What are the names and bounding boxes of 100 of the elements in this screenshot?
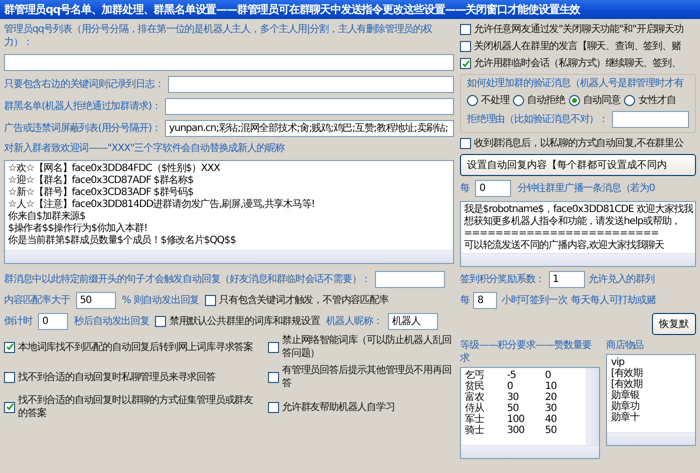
field-label: 允许兑入的群列 <box>588 273 654 286</box>
welcome-text-area[interactable]: ☆欢☆【网名】face0x3DD84FDC（$性别$）XXX ☆迎☆【群名】face0x3CD87ADF $群名称$ ☆新☆【群号】face0x3CD83ADF $群号码$ ☆人☆【注意】face0x3DD814DD进群请勿发广告,刷屏,谩骂,共享木马等! 你来自$加群来源$ $操作者$$操作行为$你加入本群! 你是当前群第$群成员数量$个成员！$修改名片$QQ$$ <box>4 160 454 264</box>
list-item[interactable]: 勋章功 <box>611 401 691 412</box>
checkbox[interactable] <box>4 342 15 352</box>
field-label: 小时可签到一次 <box>501 294 568 307</box>
checkbox[interactable] <box>268 402 279 412</box>
welcome-label: 对新入群者致欢迎词——"XXX"三个字软件会自动替换成新人的昵称 <box>4 142 286 155</box>
field-label: 每 <box>460 182 470 195</box>
list-cell-text: 50 <box>545 425 558 436</box>
text-field[interactable] <box>168 76 454 93</box>
checkbox[interactable] <box>4 402 15 412</box>
radio-label: 自动同意 <box>582 94 620 107</box>
shop-list[interactable]: vip [有效期 [有效期 勋章银 勋章功 勋章十 <box>606 354 696 446</box>
list-title: 等级——积分要求——赞数量要求 <box>460 339 593 365</box>
list-cell-text: 军士 <box>465 414 485 425</box>
level-list[interactable]: 乞丐 -5 0 贫民 0 10 富农 30 20 侍从 50 30 军士 100 40 骑士 300 50 <box>460 367 600 459</box>
checkbox[interactable] <box>4 372 15 382</box>
field-label: 广告或违禁词屏蔽列表(用分号隔开)： <box>4 122 162 135</box>
field-label: 分钟往群里广播一条消息（若为0 <box>517 182 655 195</box>
window-title: 群管理员qq号名单、加群处理、群黑名单设置——群管理员可在群聊天中发送指令更改这些设置——关闭窗口才能使设置生效 <box>4 2 580 17</box>
checkbox-label: 允许用群临时会话（私聊方式）继续聊天、签到、 <box>474 57 681 70</box>
radio-label: 自动拒绝 <box>527 94 565 107</box>
reply-settings-button[interactable]: 设置自动回复内容【每个群都可设置成不同内 <box>460 154 696 176</box>
checkbox-label: 找不到合适的自动回复时私聊管理员来寻求回答 <box>18 370 216 384</box>
checkbox-label: 收到群消息后，以私聊的方式自动回复,不在群里公 <box>474 137 684 150</box>
field-label: 内容匹配率大于 <box>4 294 70 307</box>
admin-list-field[interactable] <box>4 54 454 71</box>
checkbox[interactable] <box>205 295 216 306</box>
checkbox[interactable] <box>460 138 471 149</box>
list-item[interactable]: [有效期 <box>611 379 691 390</box>
horizontal-scrollbar[interactable] <box>5 250 453 263</box>
checkbox-label: 允许任意网友通过发"关闭聊天功能"和"开启聊天功 <box>474 23 684 36</box>
text-field[interactable]: 50 <box>76 292 116 309</box>
list-cell-text: 骑士 <box>465 425 485 436</box>
list-cell-text: 100 <box>507 414 526 425</box>
list-cell-text: 贫民 <box>465 381 485 392</box>
text-field[interactable] <box>165 98 454 115</box>
radio-button[interactable] <box>513 95 524 106</box>
field-label: 倒计时 <box>4 315 32 328</box>
checkbox-label: 只有包含关键词才触发，不管内容匹配率 <box>219 294 388 307</box>
radio-button[interactable] <box>624 95 636 106</box>
checkbox-label: 允许群友帮助机器人自学习 <box>282 400 395 414</box>
field-label: 群消息中以此特定前缀开头的句子才会触发自动回复（好友消息和群临时会话不需要）： <box>4 273 371 286</box>
list-cell-text: 300 <box>507 425 526 436</box>
checkbox-label: 禁用默认公共群里的词库和群规设置 <box>169 315 320 328</box>
checkbox[interactable] <box>268 372 279 382</box>
text-field[interactable] <box>374 271 445 288</box>
field-label: 拒绝理由（比如验证消息不对）： <box>467 113 608 126</box>
checkbox[interactable] <box>460 24 471 35</box>
list-cell-text: 0 <box>507 381 514 392</box>
text-field[interactable] <box>612 111 689 128</box>
text-field[interactable]: 机器人 <box>388 313 438 330</box>
text-field[interactable]: 1 <box>548 271 585 288</box>
field-label: 签到积分奖励系数： <box>460 273 545 286</box>
radio-button[interactable] <box>467 95 478 106</box>
list-cell-text: 40 <box>545 414 558 425</box>
checkbox-label: 找不到合适的自动回复时以群聊的方式征集管理员或群友的答案 <box>18 394 254 420</box>
list-cell-text: 10 <box>545 381 558 392</box>
list-title: 商店物品 <box>606 339 645 352</box>
list-cell-text: 50 <box>507 403 520 414</box>
list-cell-text: 30 <box>545 403 558 414</box>
field-label: 秒后自动发出回复 <box>74 315 150 328</box>
radio-label: 不处理 <box>481 94 510 107</box>
field-label: 群黑名单(机器人拒绝通过加群请求)： <box>4 100 162 113</box>
list-item[interactable]: vip <box>611 357 691 368</box>
checkbox-label: 本地词库找不到匹配的自动回复后转到网上词库寻求答案 <box>18 340 254 354</box>
restore-default-button[interactable]: 恢复默 <box>652 313 696 335</box>
list-cell-text: 0 <box>545 370 552 381</box>
text-content: 我是$robotname$，face0x3DD81CDE 欢迎大家找我 想获知更多机器人指令和功能，请发送help或帮助， ========================= 可以轮流发送不同的广播内容,欢迎大家找我聊天 <box>463 202 694 253</box>
admin-list-label: 管理员qq号列表（用分号分隔，排在第一位的是机器人主人，多个主人用|分割，主人有删除管理员的权力）： <box>4 23 433 49</box>
field-label: 机器人昵称： <box>326 315 382 328</box>
radio-label: 女性才自 <box>638 94 676 107</box>
text-field[interactable]: 0 <box>38 313 68 330</box>
checkbox-label: 有管理员回答后提示其他管理员不用再回答 <box>282 364 452 390</box>
checkbox[interactable] <box>460 41 471 52</box>
list-cell-text: -5 <box>507 370 517 381</box>
checkbox-label: 禁止网络智能词库（可以防止机器人乱回答问题） <box>282 334 452 360</box>
radio-button[interactable] <box>568 95 580 106</box>
vertical-scrollbar[interactable] <box>586 368 599 445</box>
text-field[interactable]: 8 <box>473 292 498 309</box>
horizontal-scrollbar[interactable] <box>461 445 599 458</box>
list-item[interactable]: [有效期 <box>611 368 691 379</box>
checkbox[interactable] <box>460 58 471 69</box>
group-title: 如何处理加群的验证消息（机器人号是群管理时才有 <box>467 77 684 90</box>
checkbox[interactable] <box>155 316 166 327</box>
field-label: 只要包含右边的关键词则记录到日志： <box>4 78 164 91</box>
text-field[interactable]: 0 <box>475 180 512 197</box>
list-item[interactable]: 勋章十 <box>611 412 691 423</box>
list-cell-text: 乞丐 <box>465 370 485 381</box>
field-label: % 则自动发出回复 <box>122 294 200 307</box>
checkbox[interactable] <box>268 342 279 352</box>
horizontal-scrollbar[interactable] <box>461 253 695 266</box>
text-field[interactable]: yunpan.cn;彩钻;混网全部技术;肏;贱鸡;鸡巴;互赞;教程地址;卖刷钻; <box>165 120 454 137</box>
list-item[interactable]: 勋章银 <box>611 390 691 401</box>
horizontal-scrollbar[interactable] <box>607 432 695 445</box>
checkbox-label: 关闭机器人在群里的发言【聊天、查询、签到、赌 <box>474 40 681 53</box>
field-label: 每 <box>460 294 470 307</box>
list-cell-text: 侍从 <box>465 403 485 414</box>
list-cell-text: 30 <box>507 392 520 403</box>
broadcast-text-area[interactable]: 我是$robotname$，face0x3DD81CDE 欢迎大家找我 想获知更多机器人指令和功能，请发送help或帮助， ========================= 可以轮流发送不同的广播内容,欢迎大家找我聊天 <box>460 201 696 267</box>
